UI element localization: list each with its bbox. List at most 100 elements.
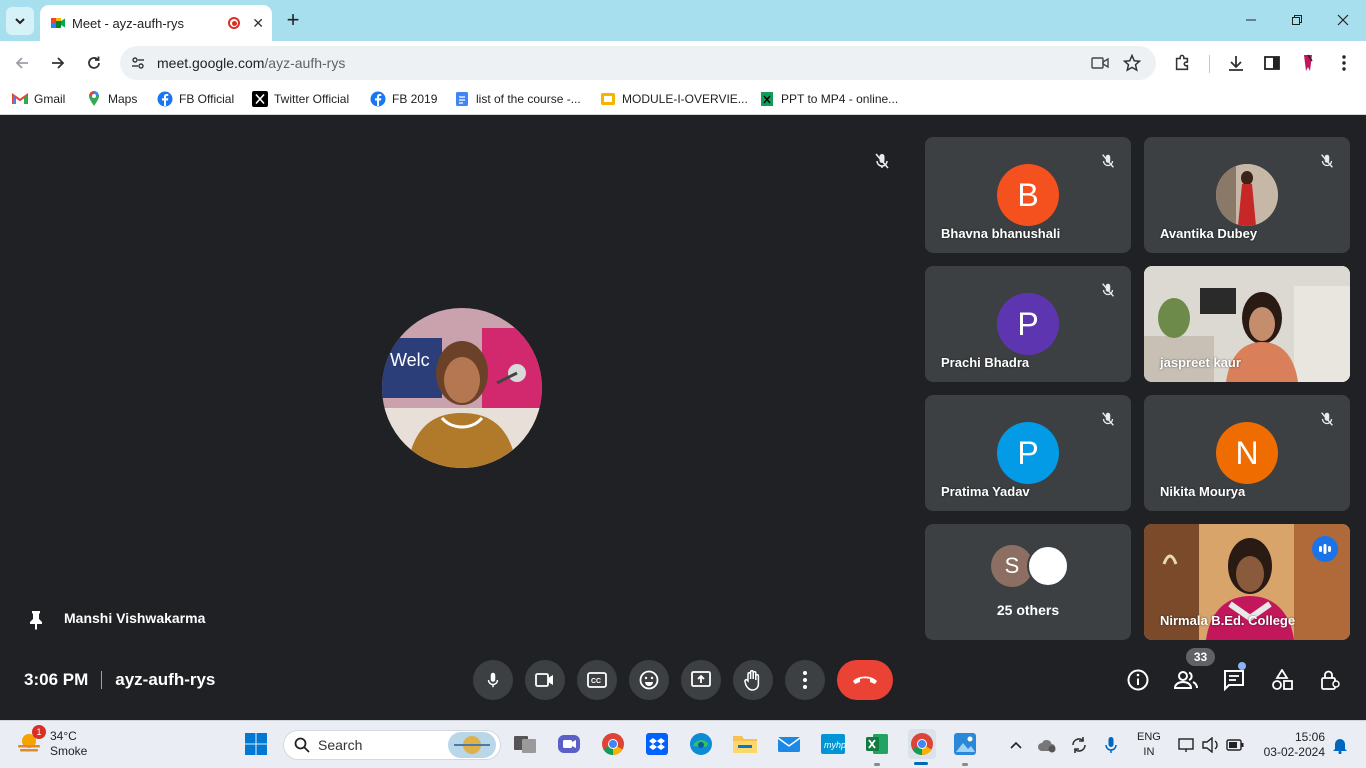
leave-call-button[interactable] <box>837 660 893 700</box>
microphone-tray[interactable] <box>1100 734 1122 756</box>
system-clock[interactable]: 15:06 03-02-2024 <box>1257 730 1325 760</box>
recording-icon <box>228 17 241 29</box>
video-camera-icon <box>1091 57 1109 69</box>
language-indicator[interactable]: ENG IN <box>1137 730 1161 760</box>
photos-app[interactable] <box>952 731 978 757</box>
participant-tile-prachi[interactable]: P Prachi Bhadra <box>925 266 1131 382</box>
others-tile[interactable]: S 25 others <box>925 524 1131 640</box>
bookmark-fb-2019[interactable]: FB 2019 <box>370 91 437 107</box>
excel-app[interactable] <box>864 731 890 757</box>
participant-tile-nirmala[interactable]: Nirmala B.Ed. College <box>1144 524 1350 640</box>
browser-toolbar: meet.google.com/ayz-aufh-rys <box>0 41 1366 85</box>
bookmark-course-list[interactable]: list of the course -... <box>454 91 581 107</box>
notifications-button[interactable] <box>1329 734 1351 756</box>
close-tab-icon[interactable]: ✕ <box>252 15 264 32</box>
address-bar[interactable]: meet.google.com/ayz-aufh-rys <box>120 46 1156 80</box>
edge-app[interactable] <box>688 731 714 757</box>
participant-name: Prachi Bhadra <box>941 355 1030 370</box>
chrome-icon <box>911 733 933 755</box>
browser-menu-button[interactable] <box>1332 51 1356 75</box>
participant-tile-jaspreet[interactable]: jaspreet kaur <box>1144 266 1350 382</box>
bookmark-ppt-to-mp4[interactable]: PPT to MP4 - online... <box>759 91 898 107</box>
chrome-app[interactable] <box>600 731 626 757</box>
start-button[interactable] <box>243 731 269 757</box>
participant-tile-nikita[interactable]: N Nikita Mourya <box>1144 395 1350 511</box>
activities-button[interactable] <box>1268 666 1296 694</box>
taskbar-search[interactable]: Search <box>283 730 501 760</box>
back-button[interactable] <box>10 51 34 75</box>
windows-logo-icon <box>245 733 267 755</box>
restore-button[interactable] <box>1285 8 1309 32</box>
reload-icon <box>88 56 100 69</box>
close-icon <box>1337 14 1349 26</box>
file-explorer-app[interactable] <box>732 731 758 757</box>
onedrive-tray[interactable] <box>1036 734 1058 756</box>
bookmark-module-overview[interactable]: MODULE-I-OVERVIE... <box>600 91 748 107</box>
chevron-up-icon <box>1010 741 1022 749</box>
downloads-button[interactable] <box>1224 51 1248 75</box>
bookmark-star-button[interactable] <box>1122 54 1142 72</box>
battery-tray[interactable] <box>1224 734 1246 756</box>
profile-extension-button[interactable] <box>1296 51 1320 75</box>
minimize-button[interactable] <box>1239 8 1263 32</box>
bookmarks-bar: Gmail Maps FB Official Twitter Official … <box>0 85 1366 115</box>
myhp-app[interactable]: myhp <box>820 731 846 757</box>
present-screen-button[interactable] <box>681 660 721 700</box>
microphone-button[interactable] <box>473 660 513 700</box>
tab-title: Meet - ayz-aufh-rys <box>72 15 184 31</box>
battery-icon <box>1226 739 1244 751</box>
bookmark-fb-official[interactable]: FB Official <box>157 91 234 107</box>
reload-button[interactable] <box>82 51 106 75</box>
chat-button[interactable] <box>1220 666 1248 694</box>
bookmark-maps[interactable]: Maps <box>86 91 137 107</box>
mic-icon <box>1105 737 1117 753</box>
sync-icon <box>1072 737 1086 753</box>
tab-search-button[interactable] <box>6 7 34 35</box>
browser-tab-meet[interactable]: Meet - ayz-aufh-rys ✕ <box>40 5 272 41</box>
forward-button[interactable] <box>46 51 70 75</box>
volume-tray[interactable] <box>1200 734 1222 756</box>
extensions-button[interactable] <box>1170 51 1194 75</box>
people-icon <box>1174 671 1198 689</box>
clock-date: 03-02-2024 <box>1263 745 1325 759</box>
emoji-icon <box>639 670 659 690</box>
raise-hand-button[interactable] <box>733 660 773 700</box>
participant-name: Nikita Mourya <box>1160 484 1246 499</box>
main-speaker-name: Manshi Vishwakarma <box>64 610 206 626</box>
meeting-details-button[interactable] <box>1124 666 1152 694</box>
site-settings-icon <box>132 57 144 69</box>
show-hidden-icons-button[interactable] <box>1005 734 1027 756</box>
teams-app[interactable] <box>556 731 582 757</box>
side-panel-button[interactable] <box>1260 51 1284 75</box>
task-view-button[interactable] <box>512 731 538 757</box>
mic-off-icon <box>1099 152 1117 175</box>
more-vert-icon <box>803 671 807 689</box>
network-tray[interactable] <box>1176 734 1198 756</box>
weather-desc: Smoke <box>50 744 88 758</box>
dropbox-app[interactable] <box>644 731 670 757</box>
participant-tile-avantika[interactable]: Avantika Dubey <box>1144 137 1350 253</box>
sync-tray[interactable] <box>1068 734 1090 756</box>
search-highlight-icon <box>448 732 496 758</box>
more-options-button[interactable] <box>785 660 825 700</box>
weather-widget[interactable]: 1 34°C Smoke <box>16 725 88 759</box>
camera-in-use-button[interactable] <box>1090 54 1110 72</box>
close-window-button[interactable] <box>1331 8 1355 32</box>
bookmark-twitter-official[interactable]: Twitter Official <box>252 91 349 107</box>
host-controls-button[interactable] <box>1316 666 1344 694</box>
participant-tile-pratima[interactable]: P Pratima Yadav <box>925 395 1131 511</box>
main-speaker-muted-icon <box>872 151 892 176</box>
people-button[interactable] <box>1172 666 1200 694</box>
chrome-app-active[interactable] <box>908 729 936 759</box>
participant-tile-bhavna[interactable]: B Bhavna bhanushali <box>925 137 1131 253</box>
dropbox-icon <box>646 733 668 755</box>
camera-button[interactable] <box>525 660 565 700</box>
pin-icon[interactable] <box>28 610 44 635</box>
others-avatar-blank <box>1027 545 1069 587</box>
new-tab-button[interactable]: + <box>281 8 305 32</box>
bookmark-gmail[interactable]: Gmail <box>12 91 65 107</box>
slides-icon <box>600 91 616 107</box>
mail-app[interactable] <box>776 731 802 757</box>
reactions-button[interactable] <box>629 660 669 700</box>
captions-button[interactable]: CC <box>577 660 617 700</box>
